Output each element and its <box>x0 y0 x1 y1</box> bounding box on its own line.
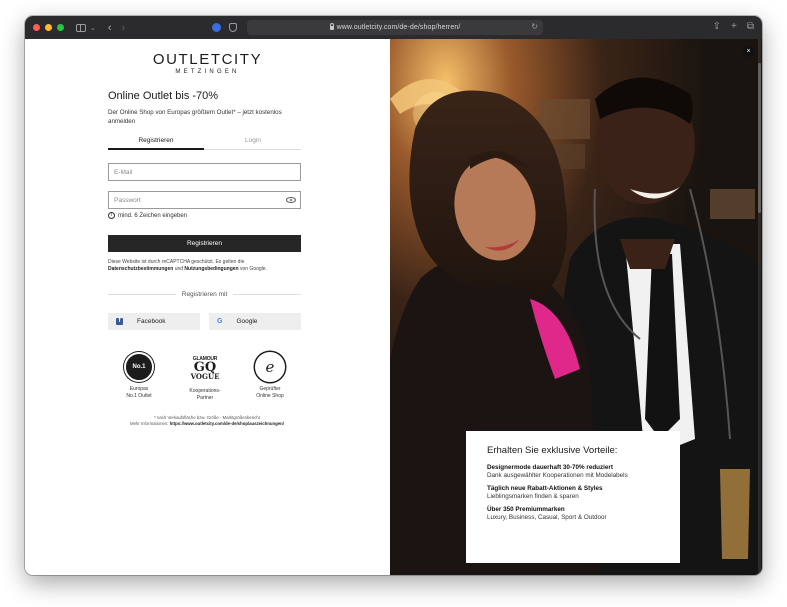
magazine-logos: GLAMOUR GQ VOGUE <box>175 352 235 384</box>
sidebar-toggle-icon[interactable] <box>76 23 86 32</box>
auth-tabs: Registrieren Login <box>108 137 301 150</box>
google-icon: G <box>217 318 223 325</box>
facebook-login-button[interactable]: f Facebook <box>108 313 200 330</box>
scrollbar-thumb[interactable] <box>758 63 761 213</box>
browser-window: ⌄ ‹ › www.outletcity.com/de-de/shop/herr… <box>25 16 762 575</box>
recaptcha-text-3: von Google. <box>239 266 267 272</box>
benefit-desc: Lieblingsmarken finden & sparen <box>487 493 579 500</box>
benefit-title: Täglich neue Rabatt-Aktionen & Styles <box>487 485 603 492</box>
benefit-desc: Dank ausgewählter Kooperationen mit Mode… <box>487 472 628 479</box>
recaptcha-text-1: Diese Website ist durch reCAPTCHA geschü… <box>108 259 245 265</box>
register-button[interactable]: Registrieren <box>108 235 301 252</box>
new-tab-icon[interactable]: + <box>731 21 737 33</box>
show-password-icon[interactable] <box>286 197 296 203</box>
badge-caption-line: No.1 Outlet <box>126 392 152 399</box>
browser-toolbar: ⌄ ‹ › www.outletcity.com/de-de/shop/herr… <box>25 16 762 39</box>
email-field[interactable]: E-Mail <box>108 163 301 181</box>
trusted-shop-seal-icon: e <box>255 352 285 382</box>
google-login-button[interactable]: G Google <box>209 313 301 330</box>
badge-caption: Europas No.1 Outlet <box>109 386 169 399</box>
benefit-item: Über 350 Premiummarken Luxury, Business,… <box>487 506 680 522</box>
footnote-line: Mehr Informationen: https://www.outletci… <box>117 421 297 427</box>
trusted-shop-seal-letter: e <box>265 358 275 376</box>
awards-link[interactable]: https://www.outletcity.com/de-de/shop/au… <box>170 421 284 426</box>
badge-partner-magazines[interactable]: GLAMOUR GQ VOGUE Kooperations- Partner <box>175 352 235 401</box>
tab-overview-icon[interactable]: ⧉ <box>747 21 754 33</box>
password-field[interactable]: Passwort <box>108 191 301 209</box>
share-icon[interactable]: ⇪ <box>713 21 721 33</box>
page-content: OUTLETCITY METZINGEN Online Outlet bis -… <box>25 39 762 575</box>
badge-caption: Kooperations- Partner <box>175 388 235 401</box>
password-hint-text: mind. 6 Zeichen eingeben <box>118 212 188 219</box>
badge-caption-line: Online Shop <box>256 392 284 399</box>
benefits-title: Erhalten Sie exklusive Vorteile: <box>487 445 618 456</box>
benefits-card: Erhalten Sie exklusive Vorteile: Designe… <box>466 431 680 563</box>
reload-icon[interactable]: ↻ <box>531 22 538 31</box>
minimize-window-button[interactable] <box>45 24 52 31</box>
info-icon: i <box>108 212 115 219</box>
email-placeholder: E-Mail <box>114 168 133 176</box>
benefit-item: Designermode dauerhaft 30-70% reduziert … <box>487 464 680 480</box>
zoom-window-button[interactable] <box>57 24 64 31</box>
awards-footnote: * nach Verkaufsfläche bzw. Größe - Markt… <box>117 415 297 427</box>
divider-line-left <box>108 293 176 295</box>
badge-caption: Geprüfter Online Shop <box>240 386 300 399</box>
social-divider: Registrieren mit <box>108 289 302 299</box>
close-window-button[interactable] <box>33 24 40 31</box>
benefit-title: Designermode dauerhaft 30-70% reduziert <box>487 464 613 471</box>
privacy-policy-link[interactable]: Datenschutzbestimmungen <box>108 266 173 272</box>
no1-seal-icon: No.1 <box>124 352 154 382</box>
vogue-logo: VOGUE <box>190 372 220 381</box>
terms-of-use-link[interactable]: Nutzungsbedingungen <box>184 266 238 272</box>
facebook-label: Facebook <box>137 318 166 325</box>
lock-icon <box>329 22 335 30</box>
registration-panel: OUTLETCITY METZINGEN Online Outlet bis -… <box>25 39 390 575</box>
recaptcha-notice: Diese Website ist durch reCAPTCHA geschü… <box>108 259 303 273</box>
chevron-down-icon[interactable]: ⌄ <box>90 24 96 32</box>
url-text: www.outletcity.com/de-de/shop/herren/ <box>336 24 461 31</box>
recaptcha-text-2: und <box>174 266 184 272</box>
footnote-prefix: Mehr Informationen: <box>129 421 169 426</box>
back-arrow-icon[interactable]: ‹ <box>108 22 112 34</box>
divider-line-right <box>233 293 302 295</box>
facebook-icon: f <box>116 318 123 325</box>
toolbar-right-actions: ⇪ + ⧉ <box>713 21 754 33</box>
benefit-item: Täglich neue Rabatt-Aktionen & Styles Li… <box>487 485 680 501</box>
tab-registrieren[interactable]: Registrieren <box>108 137 204 150</box>
extension-icon[interactable] <box>212 23 221 32</box>
badge-europas-no1[interactable]: No.1 Europas No.1 Outlet <box>109 352 169 399</box>
close-icon[interactable]: × <box>743 46 754 57</box>
logo-sub-text: METZINGEN <box>175 69 240 75</box>
password-placeholder: Passwort <box>114 196 141 204</box>
privacy-shield-icon[interactable] <box>229 23 237 32</box>
benefit-title: Über 350 Premiummarken <box>487 506 565 513</box>
address-bar[interactable]: www.outletcity.com/de-de/shop/herren/ ↻ <box>247 20 543 35</box>
google-label: Google <box>236 318 258 325</box>
hero-image-panel: × Erhalten Sie exklusive Vorteile: Desig… <box>390 39 762 575</box>
logo-main-text: OUTLETCITY <box>152 51 263 68</box>
page-subtitle: Der Online Shop von Europas größtem Outl… <box>108 109 282 125</box>
badge-caption-line: Partner <box>196 394 214 401</box>
forward-arrow-icon[interactable]: › <box>122 22 126 34</box>
benefit-desc: Luxury, Business, Casual, Sport & Outdoo… <box>487 514 607 521</box>
page-title: Online Outlet bis -70% <box>108 90 219 102</box>
password-hint: i mind. 6 Zeichen eingeben <box>108 212 187 219</box>
badge-gepruefter-shop[interactable]: e Geprüfter Online Shop <box>240 352 300 399</box>
outletcity-logo[interactable]: OUTLETCITY METZINGEN <box>25 51 390 75</box>
window-controls <box>33 24 64 31</box>
social-divider-label: Registrieren mit <box>181 290 228 298</box>
tab-login[interactable]: Login <box>205 137 301 144</box>
